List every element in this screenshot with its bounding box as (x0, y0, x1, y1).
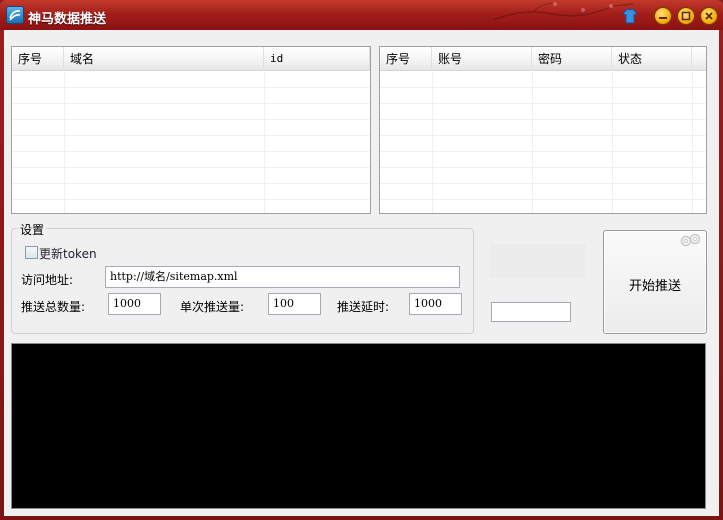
log-console[interactable] (11, 343, 706, 509)
settings-legend: 设置 (18, 221, 47, 238)
minimize-icon (659, 17, 667, 19)
account-list-body[interactable] (380, 72, 706, 216)
status-panel (490, 244, 586, 278)
url-input[interactable]: http://域名/sitemap.xml (105, 266, 460, 288)
minimize-button[interactable] (654, 7, 672, 25)
total-count-input[interactable]: 1000 (108, 293, 161, 315)
domain-list-header: 序号 域名 id (12, 47, 370, 71)
column-header-index[interactable]: 序号 (12, 47, 64, 71)
update-token-label[interactable]: 更新token (39, 245, 97, 262)
app-logo-icon (6, 6, 24, 24)
start-push-button[interactable]: 开始推送 (603, 230, 707, 334)
progress-field (491, 302, 571, 322)
column-header-account[interactable]: 账号 (432, 47, 532, 71)
domain-list-body[interactable] (12, 72, 370, 216)
maximize-icon (681, 11, 691, 21)
client-area: 序号 域名 id 序号 账号 密码 状态 设置 更新token 访问地址: ht… (4, 30, 719, 516)
account-list[interactable]: 序号 账号 密码 状态 (379, 46, 707, 216)
start-push-label: 开始推送 (628, 279, 681, 294)
settings-group: 设置 更新token 访问地址: http://域名/sitemap.xml 推… (11, 221, 474, 334)
column-header-domain[interactable]: 域名 (64, 47, 264, 71)
skin-shirt-icon[interactable] (621, 7, 639, 25)
column-header-password[interactable]: 密码 (532, 47, 612, 71)
update-token-checkbox[interactable] (25, 246, 38, 259)
delay-input[interactable]: 1000 (409, 293, 462, 315)
total-count-label: 推送总数量: (21, 300, 86, 314)
per-push-label: 单次推送量: (180, 300, 245, 314)
per-push-input[interactable]: 100 (268, 293, 321, 315)
close-icon (705, 12, 713, 20)
window-title: 神马数据推送 (28, 12, 107, 27)
column-header-status[interactable]: 状态 (612, 47, 692, 71)
account-list-header: 序号 账号 密码 状态 (380, 47, 706, 71)
branch-decoration-icon (493, 2, 633, 21)
maximize-button[interactable] (677, 7, 695, 25)
url-label: 访问地址: (21, 273, 74, 287)
close-button[interactable] (700, 7, 718, 25)
title-bar[interactable]: 神马数据推送 (0, 0, 723, 30)
domain-list[interactable]: 序号 域名 id (11, 46, 371, 216)
swirl-decoration-icon (680, 233, 701, 247)
column-header-id[interactable]: id (264, 47, 370, 71)
column-header-index[interactable]: 序号 (380, 47, 432, 71)
delay-label: 推送延时: (337, 300, 390, 314)
app-window: 神马数据推送 序号 域名 id 序号 账号 密码 状态 设置 更新token 访… (0, 0, 723, 520)
